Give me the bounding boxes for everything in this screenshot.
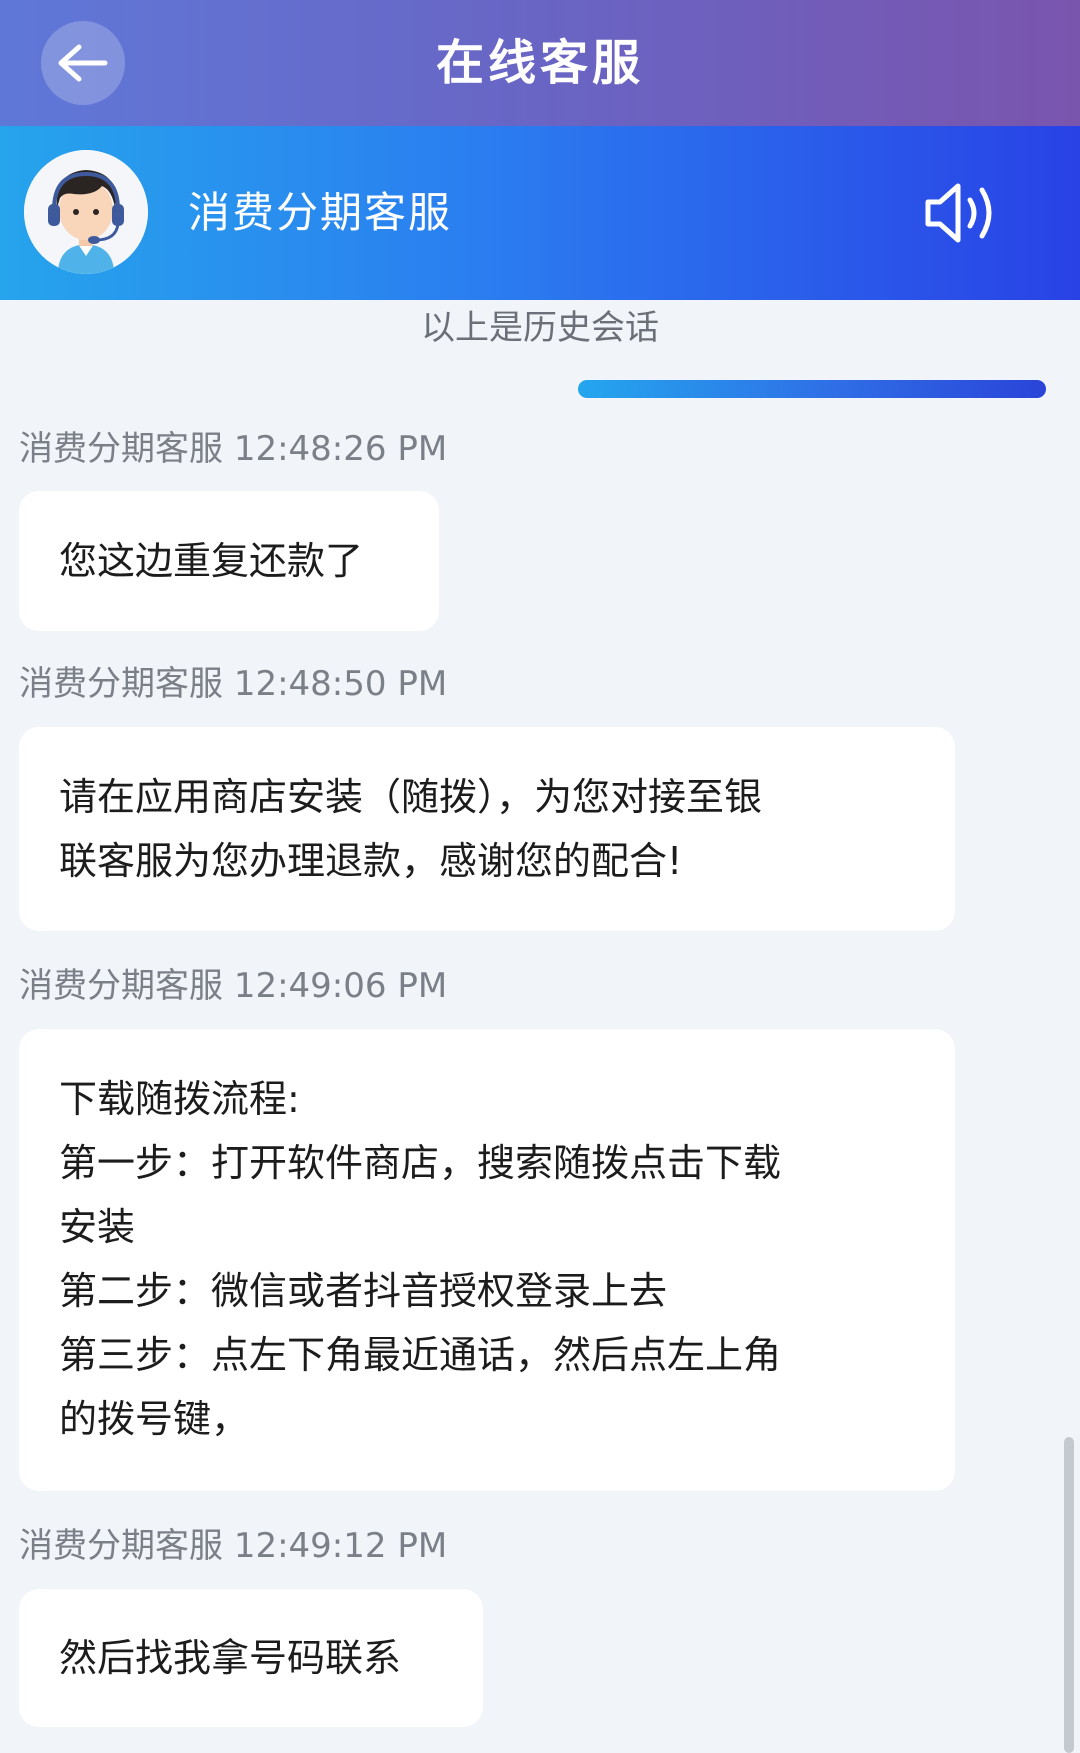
message-time: 12:49:12 PM [233,1526,448,1566]
message-line: 第一步：打开软件商店，搜索随拨点击下载 [59,1141,782,1185]
scrollbar[interactable] [1064,1437,1074,1753]
message-bubble[interactable]: 下载随拨流程: 第一步：打开软件商店，搜索随拨点击下载 安装 第二步：微信或者抖… [19,1029,955,1491]
top-bar: 在线客服 [0,0,1080,126]
message-time: 12:48:26 PM [233,429,448,469]
message-line: 请在应用商店安装（随拨），为您对接至银 [59,775,763,819]
message-meta: 消费分期客服 12:49:06 PM [19,962,447,1010]
history-notice: 以上是历史会话 [421,308,659,348]
message-meta: 消费分期客服 12:48:26 PM [19,425,447,473]
page-title: 在线客服 [435,35,644,91]
speaker-button[interactable] [922,178,1002,248]
message-sender: 消费分期客服 [19,1526,223,1566]
message-meta: 消费分期客服 12:49:12 PM [19,1522,447,1570]
message-bubble[interactable]: 然后找我拿号码联系 [19,1589,483,1727]
avatar [24,150,148,274]
message-sender: 消费分期客服 [19,966,223,1006]
chat-page: 在线客服 消费分期客服 以上是历史会话 消费分期客服 12:48:26 PM 您… [0,0,1080,1753]
message-line: 的拨号键， [59,1397,250,1441]
message-sender: 消费分期客服 [19,664,223,704]
message-bubble[interactable]: 您这边重复还款了 [19,491,439,631]
message-time: 12:49:06 PM [233,966,448,1006]
message-sender: 消费分期客服 [19,429,223,469]
message-line: 然后找我拿号码联系 [59,1636,402,1680]
loading-bar [578,380,1046,398]
message-time: 12:48:50 PM [233,664,448,704]
message-line: 第二步：微信或者抖音授权登录上去 [59,1269,668,1313]
message-line: 第三步：点左下角最近通话，然后点左上角 [59,1333,782,1377]
message-line: 联客服为您办理退款，感谢您的配合! [59,839,683,883]
message-bubble[interactable]: 请在应用商店安装（随拨），为您对接至银 联客服为您办理退款，感谢您的配合! [19,727,955,931]
message-line: 您这边重复还款了 [59,539,364,583]
speaker-icon [925,183,992,243]
message-line: 安装 [59,1205,136,1249]
agent-name: 消费分期客服 [188,188,453,237]
agent-headset-avatar-icon [24,150,148,274]
message-meta: 消费分期客服 12:48:50 PM [19,660,447,708]
message-line: 下载随拨流程: [59,1077,300,1121]
agent-header: 消费分期客服 [0,126,1080,300]
